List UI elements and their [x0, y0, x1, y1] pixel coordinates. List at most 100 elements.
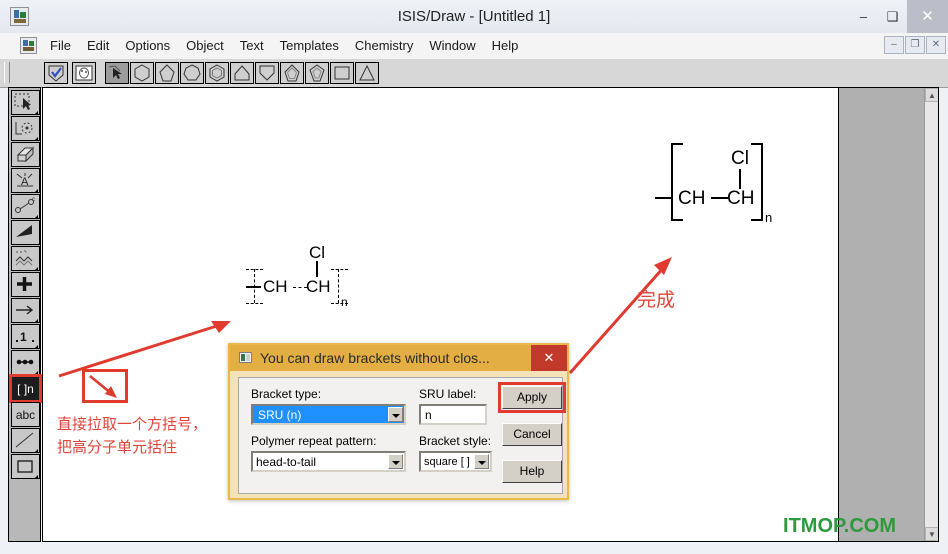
close-button[interactable]: ✕	[907, 0, 948, 33]
dialog-titlebar: You can draw brackets without clos... ✕	[230, 345, 567, 371]
atom-label-ch-left: CH	[263, 277, 288, 296]
hexagon-inner-tool-button[interactable]	[205, 62, 229, 84]
triangle-house-tool-button[interactable]	[230, 62, 254, 84]
dots-tool[interactable]	[11, 350, 40, 375]
polymer-structure-complete[interactable]: CH CH Cl n	[655, 143, 780, 233]
mdi-window-controls: – ❐ ✕	[884, 36, 946, 54]
triangle-tool-button[interactable]	[355, 62, 379, 84]
window-title: ISIS/Draw - [Untitled 1]	[397, 8, 551, 25]
apply-button[interactable]: Apply	[502, 386, 562, 409]
scroll-up-arrow[interactable]: ▲	[925, 88, 938, 102]
chevron-down-icon[interactable]	[474, 454, 489, 469]
eraser-tool[interactable]	[11, 142, 40, 167]
annotation-note-line1: 直接拉取一个方括号，	[57, 415, 208, 433]
subscript-n-draft: n	[341, 295, 348, 309]
window-titlebar: ISIS/Draw - [Untitled 1] – ❑ ✕	[0, 0, 948, 34]
bracket-style-select[interactable]: square [ ]	[419, 451, 492, 472]
polymer-pattern-label: Polymer repeat pattern:	[251, 434, 377, 448]
polymer-pattern-value: head-to-tail	[256, 455, 317, 469]
hexagon-tool-button[interactable]	[130, 62, 154, 84]
menu-item-edit[interactable]: Edit	[79, 33, 117, 59]
tool-palette: A c 1 [ ]n abc	[8, 87, 42, 542]
atom-label-cl: Cl	[309, 243, 326, 262]
select-arrow-tool-button[interactable]	[105, 62, 129, 84]
reaction-arrow-tool[interactable]	[11, 298, 40, 323]
menu-item-chemistry[interactable]: Chemistry	[347, 33, 422, 59]
sru-label-value: n	[425, 408, 432, 422]
line-tool[interactable]	[11, 428, 40, 453]
atom-label-tool[interactable]: A	[11, 168, 40, 193]
shield-down-tool-button[interactable]	[255, 62, 279, 84]
site-watermark: ITMOP.COM	[783, 515, 896, 537]
cancel-button[interactable]: Cancel	[502, 423, 562, 446]
bracket-style-value: square [ ]	[424, 456, 470, 468]
bracket-style-label: Bracket style:	[419, 434, 492, 448]
mdi-restore-button[interactable]: ❐	[905, 36, 925, 54]
atom-label-cl-final: Cl	[731, 148, 749, 169]
chevron-down-icon[interactable]	[388, 454, 403, 469]
bracket-tool-label: [ ]n	[17, 381, 34, 396]
menu-bar: File Edit Options Object Text Templates …	[0, 33, 948, 60]
mdi-minimize-button[interactable]: –	[884, 36, 904, 54]
lasso-select-tool[interactable]	[11, 90, 40, 115]
chain-tool[interactable]	[11, 246, 40, 271]
scroll-down-arrow[interactable]: ▼	[925, 527, 938, 541]
svg-text:c: c	[32, 197, 35, 203]
menu-item-window[interactable]: Window	[421, 33, 483, 59]
wedge-bond-tool[interactable]	[11, 220, 40, 245]
polymer-structure-draft[interactable]: CH CH Cl n	[246, 243, 361, 313]
bracket-type-label: Bracket type:	[251, 387, 322, 401]
annotation-note-line2: 把高分子单元括住	[57, 438, 178, 456]
toolbar-grip[interactable]	[4, 62, 10, 83]
sru-label-label: SRU label:	[419, 387, 477, 401]
svg-text:1: 1	[20, 330, 27, 344]
rotate-tool[interactable]	[11, 116, 40, 141]
canvas-vertical-scrollbar[interactable]: ▲ ▼	[924, 88, 938, 541]
diamond-inner-tool-button[interactable]	[305, 62, 329, 84]
document-icon	[20, 37, 37, 54]
menu-item-help[interactable]: Help	[484, 33, 527, 59]
menu-item-text[interactable]: Text	[232, 33, 272, 59]
shield-check-tool-button[interactable]	[44, 62, 68, 84]
bracket-properties-dialog[interactable]: You can draw brackets without clos... ✕ …	[228, 343, 569, 500]
heptagon-tool-button[interactable]	[180, 62, 204, 84]
numbering-tool[interactable]: 1	[11, 324, 40, 349]
subscript-n-final: n	[765, 210, 773, 225]
rectangle-tool[interactable]	[11, 454, 40, 479]
dialog-title: You can draw brackets without clos...	[260, 350, 490, 366]
charge-plus-tool[interactable]	[11, 272, 40, 297]
menu-item-file[interactable]: File	[42, 33, 79, 59]
bond-tool[interactable]: c	[11, 194, 40, 219]
atom-label-ch-left-final: CH	[678, 188, 706, 209]
mdi-close-button[interactable]: ✕	[926, 36, 946, 54]
menu-items: File Edit Options Object Text Templates …	[42, 33, 526, 59]
menu-item-templates[interactable]: Templates	[272, 33, 347, 59]
polymer-pattern-select[interactable]: head-to-tail	[251, 451, 406, 472]
application-window: ISIS/Draw - [Untitled 1] – ❑ ✕ File Edit…	[0, 0, 948, 554]
film-template-tool-button[interactable]	[72, 62, 96, 84]
atom-label-ch-right-final: CH	[727, 188, 755, 209]
annotation-arrow-to-result	[568, 257, 672, 374]
chevron-down-icon[interactable]	[388, 407, 403, 422]
menu-item-object[interactable]: Object	[178, 33, 232, 59]
dialog-window-icon	[239, 352, 252, 363]
maximize-button[interactable]: ❑	[878, 0, 907, 33]
annotation-tool-callout-box	[82, 369, 128, 403]
dialog-body: Bracket type: SRU (n) SRU label: n Polym…	[238, 377, 566, 494]
bracket-type-select[interactable]: SRU (n)	[251, 404, 406, 425]
text-tool[interactable]: abc	[11, 402, 40, 427]
menu-item-options[interactable]: Options	[117, 33, 178, 59]
template-toolbar	[0, 59, 948, 88]
pentagon-tool-button[interactable]	[155, 62, 179, 84]
dialog-close-button[interactable]: ✕	[531, 345, 567, 371]
atom-label-ch-right: CH	[306, 277, 331, 296]
help-button[interactable]: Help	[502, 460, 562, 483]
text-tool-label: abc	[15, 407, 36, 422]
pentagon-inner-tool-button[interactable]	[280, 62, 304, 84]
bracket-tool[interactable]: [ ]n	[9, 374, 42, 403]
square-tool-button[interactable]	[330, 62, 354, 84]
minimize-button[interactable]: –	[849, 0, 878, 33]
sru-label-input[interactable]: n	[419, 404, 487, 425]
bracket-type-value: SRU (n)	[256, 407, 304, 423]
annotation-done-label: 完成	[637, 289, 676, 311]
